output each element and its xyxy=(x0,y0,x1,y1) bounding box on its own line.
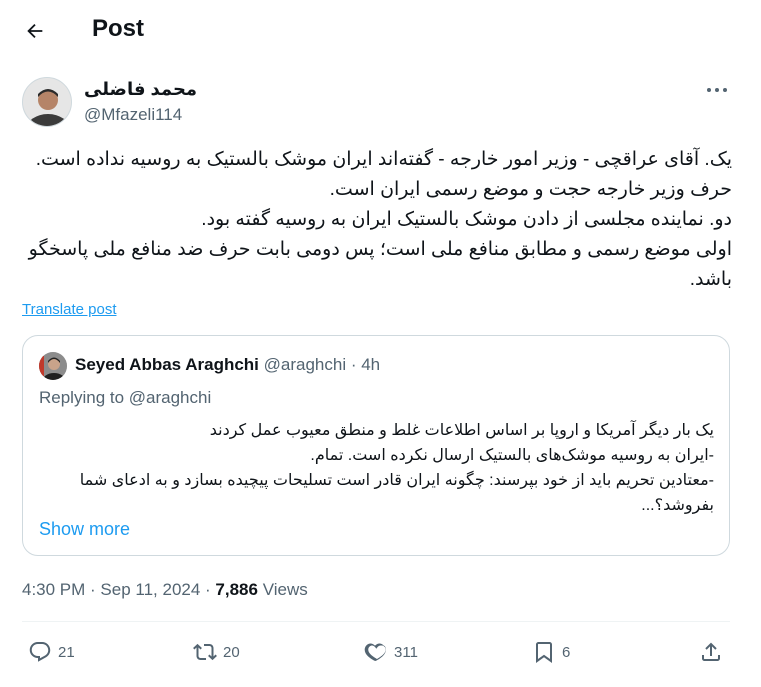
views-label: Views xyxy=(257,580,308,599)
heart-icon xyxy=(364,643,386,661)
quote-time: 4h xyxy=(361,355,381,374)
more-options-button[interactable] xyxy=(700,78,734,102)
views-count: 7,886 xyxy=(215,580,258,599)
views-separator: · xyxy=(200,580,216,599)
quote-text: یک بار دیگر آمریکا و اروپا بر اساس اطلاع… xyxy=(79,422,714,514)
like-count: 311 xyxy=(394,643,418,661)
bookmark-button[interactable]: 6 xyxy=(532,638,570,666)
page-title: Post xyxy=(92,15,145,42)
quote-separator: · xyxy=(346,355,362,374)
retweet-button[interactable]: 20 xyxy=(193,638,240,666)
quote-header: Seyed Abbas Araghchi @araghchi · 4h xyxy=(75,354,380,376)
bookmark-count: 6 xyxy=(562,643,571,661)
retweet-count: 20 xyxy=(223,643,240,661)
like-button[interactable]: 311 xyxy=(364,638,418,666)
tweet-text: یک. آقای عراقچی - وزیر امور خارجه - گفته… xyxy=(28,149,732,290)
post-time[interactable]: 4:30 PM xyxy=(22,580,85,599)
top-bar: Post xyxy=(0,0,761,60)
arrow-left-icon xyxy=(27,23,43,39)
quoted-tweet[interactable]: Seyed Abbas Araghchi @araghchi · 4h Repl… xyxy=(22,335,730,556)
reply-icon xyxy=(29,642,51,662)
back-button[interactable] xyxy=(18,14,52,48)
post-timestamp: 4:30 PM · Sep 11, 2024 · 7,886 Views xyxy=(22,578,308,602)
author-handle[interactable]: @Mfazeli114 xyxy=(84,104,182,126)
quote-avatar xyxy=(39,352,67,380)
avatar[interactable] xyxy=(22,77,72,127)
share-icon xyxy=(702,642,720,661)
retweet-icon xyxy=(193,643,217,661)
more-dots-icon xyxy=(707,88,727,92)
timestamp-separator: · xyxy=(85,580,101,599)
bookmark-icon xyxy=(536,642,552,663)
quote-replying-to: Replying to @araghchi xyxy=(39,388,212,407)
reply-button[interactable]: 21 xyxy=(28,638,75,666)
share-button[interactable] xyxy=(699,638,723,666)
translate-post-link[interactable]: Translate post xyxy=(22,300,117,320)
divider xyxy=(22,621,730,622)
quote-author-handle: @araghchi xyxy=(263,355,347,374)
post-date[interactable]: Sep 11, 2024 xyxy=(100,580,200,599)
author-name[interactable]: محمد فاضلی xyxy=(84,78,197,100)
quote-author-name: Seyed Abbas Araghchi xyxy=(75,355,259,374)
reply-count: 21 xyxy=(58,643,75,661)
show-more-link[interactable]: Show more xyxy=(39,518,130,540)
